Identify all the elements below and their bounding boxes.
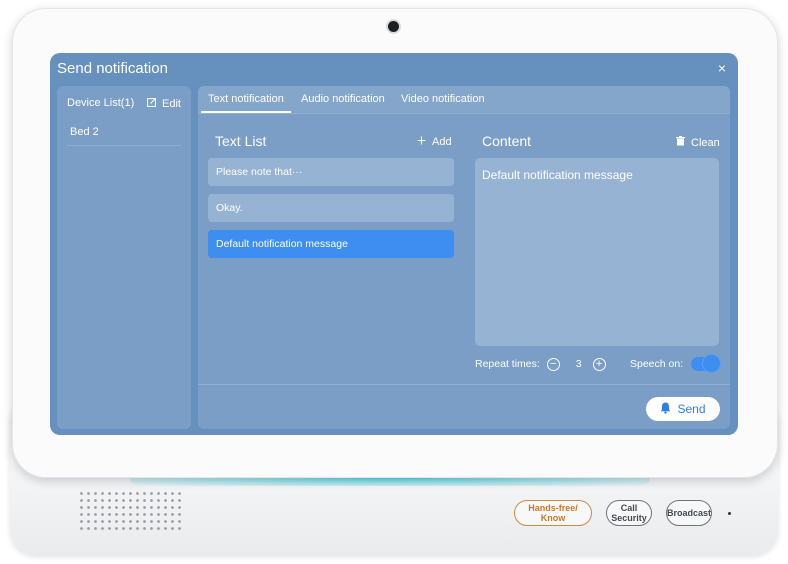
add-button[interactable]: Add <box>417 136 452 148</box>
tab-text-notification[interactable]: Text notification <box>201 86 291 113</box>
call-security-button[interactable]: Call Security <box>606 500 652 526</box>
device-list-title: Device List(1) <box>67 97 135 109</box>
content-title: Content <box>482 133 532 149</box>
bell-icon <box>660 402 671 417</box>
camera-icon <box>388 21 399 32</box>
text-list-title: Text List <box>215 133 267 149</box>
add-label: Add <box>432 136 452 148</box>
send-button[interactable]: Send <box>646 397 720 421</box>
clean-button[interactable]: Clean <box>676 136 720 149</box>
repeat-times-label: Repeat times: <box>475 358 540 370</box>
main-panel: Text notification Audio notification Vid… <box>198 86 730 429</box>
device-list-panel: Device List(1) Edit Bed 2 <box>57 86 191 429</box>
broadcast-button[interactable]: Broadcast <box>666 500 712 526</box>
speaker-grille <box>78 490 182 534</box>
minus-icon[interactable]: − <box>546 357 560 371</box>
edit-label: Edit <box>162 97 181 110</box>
text-list-item-selected[interactable]: Default notification message <box>208 230 454 258</box>
device-list-item[interactable]: Bed 2 <box>67 118 181 146</box>
edit-button[interactable]: Edit <box>147 97 181 110</box>
microphone-dot <box>728 512 731 515</box>
divider <box>198 384 730 385</box>
content-textarea[interactable]: Default notification message <box>475 158 719 346</box>
tab-audio-notification[interactable]: Audio notification <box>301 86 385 113</box>
plus-circle-icon[interactable]: + <box>592 357 606 371</box>
close-icon[interactable]: × <box>718 60 726 76</box>
repeat-times-value: 3 <box>575 358 582 370</box>
speech-row: Speech on: <box>630 354 721 374</box>
tab-bar: Text notification Audio notification Vid… <box>198 86 730 114</box>
edit-icon <box>147 97 157 110</box>
repeat-times-row: Repeat times: − 3 + <box>475 354 606 374</box>
tab-video-notification[interactable]: Video notification <box>401 86 485 113</box>
speech-label: Speech on: <box>630 358 684 370</box>
screen: Send notification × Device List(1) Edit … <box>50 53 738 435</box>
text-list-item[interactable]: Okay. <box>208 194 454 222</box>
trash-icon <box>676 136 685 149</box>
text-list-item[interactable]: Please note that··· <box>208 158 454 186</box>
send-label: Send <box>677 402 706 416</box>
dialog-title: Send notification <box>57 60 168 77</box>
speech-toggle[interactable] <box>691 355 721 372</box>
clean-label: Clean <box>691 136 720 149</box>
plus-icon <box>417 136 426 148</box>
hands-free-button[interactable]: Hands-free/ Know <box>514 500 592 526</box>
